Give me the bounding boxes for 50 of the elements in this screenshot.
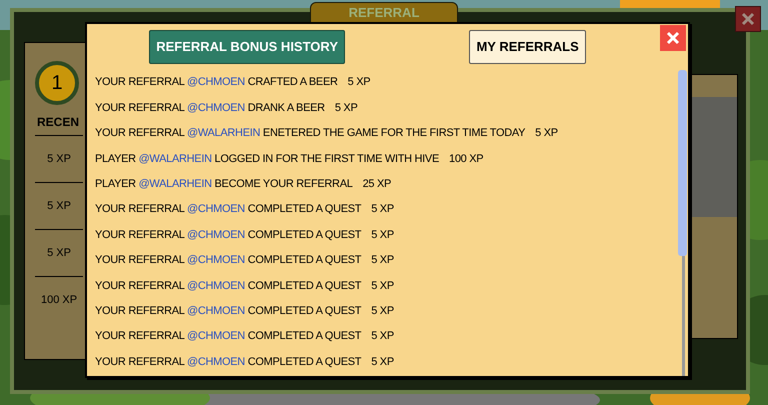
user-link[interactable]: @WALARHEIN (138, 178, 212, 190)
xp-amount: 5 XP (371, 278, 394, 294)
xp-amount: 5 XP (371, 329, 394, 344)
xp-amount: 5 XP (348, 75, 370, 90)
user-link[interactable]: @CHMOEN (186, 203, 245, 216)
user-link[interactable]: @CHMOEN (186, 76, 245, 88)
reward-amount: 100 XP (40, 292, 78, 308)
history-entry: YOUR REFERRAL @CHMOEN COMPLETED A QUEST (95, 304, 362, 319)
tab[interactable]: MY REFERRALS (469, 30, 586, 64)
xp-amount: 5 XP (371, 354, 394, 370)
history-entry: YOUR REFERRAL @CHMOEN CRAFTED A BEER (95, 75, 338, 90)
user-link[interactable]: @CHMOEN (186, 330, 245, 342)
user-link[interactable]: @CHMOEN (186, 356, 245, 368)
level-badge: 1 (35, 61, 79, 105)
xp-amount: 5 XP (535, 126, 558, 142)
close-icon (741, 12, 755, 26)
history-entry: PLAYER @WALARHEIN LOGGED IN FOR THE FIRST TIME WITH HIVE (95, 152, 440, 167)
user-link[interactable]: @CHMOEN (186, 304, 245, 317)
close-button[interactable] (660, 25, 686, 51)
user-link[interactable]: @CHMOEN (186, 254, 245, 266)
scrollbar-thumb[interactable] (678, 70, 687, 256)
history-entry: YOUR REFERRAL @CHMOEN COMPLETED A QUEST (95, 278, 362, 294)
reward-amount: 5 XP (47, 246, 71, 261)
history-entry: YOUR REFERRAL @CHMOEN DRANK A BEER (95, 100, 325, 116)
tab-title: REFERRAL (348, 6, 420, 22)
xp-amount: 5 XP (371, 304, 394, 319)
history-entry: YOUR REFERRAL @CHMOEN COMPLETED A QUEST (95, 202, 362, 218)
history-entry: PLAYER @WALARHEIN BECOME YOUR REFERRAL (95, 177, 353, 192)
history-entry: YOUR REFERRAL @WALARHEIN ENETERED THE GAME FOR THE FIRST TIME TODAY (95, 126, 526, 142)
history-entry: YOUR REFERRAL @CHMOEN COMPLETED A QUEST (95, 253, 362, 268)
history-entry: YOUR REFERRAL @CHMOEN COMPLETED A QUEST (95, 228, 362, 243)
close-button[interactable] (735, 6, 761, 32)
reward-amount: 5 XP (47, 198, 71, 214)
xp-amount: 5 XP (371, 228, 394, 243)
history-entry: YOUR REFERRAL @CHMOEN COMPLETED A QUEST (95, 329, 362, 344)
reward-amount: 5 XP (47, 152, 71, 167)
user-link[interactable]: @CHMOEN (186, 280, 245, 292)
user-link[interactable]: @CHMOEN (186, 102, 245, 114)
history-entry: YOUR REFERRAL @CHMOEN COMPLETED A QUEST (95, 354, 362, 370)
close-icon (666, 31, 680, 45)
xp-amount: 100 XP (449, 152, 484, 167)
user-link[interactable]: @CHMOEN (186, 228, 245, 241)
section-heading: RECEN (37, 114, 80, 131)
xp-amount: 5 XP (371, 202, 394, 218)
xp-amount: 25 XP (362, 177, 392, 192)
xp-amount: 5 XP (371, 253, 394, 268)
tab[interactable]: REFERRAL BONUS HISTORY (149, 30, 345, 64)
user-link[interactable]: @WALARHEIN (138, 152, 212, 165)
xp-amount: 5 XP (334, 100, 358, 116)
user-link[interactable]: @WALARHEIN (186, 127, 260, 140)
